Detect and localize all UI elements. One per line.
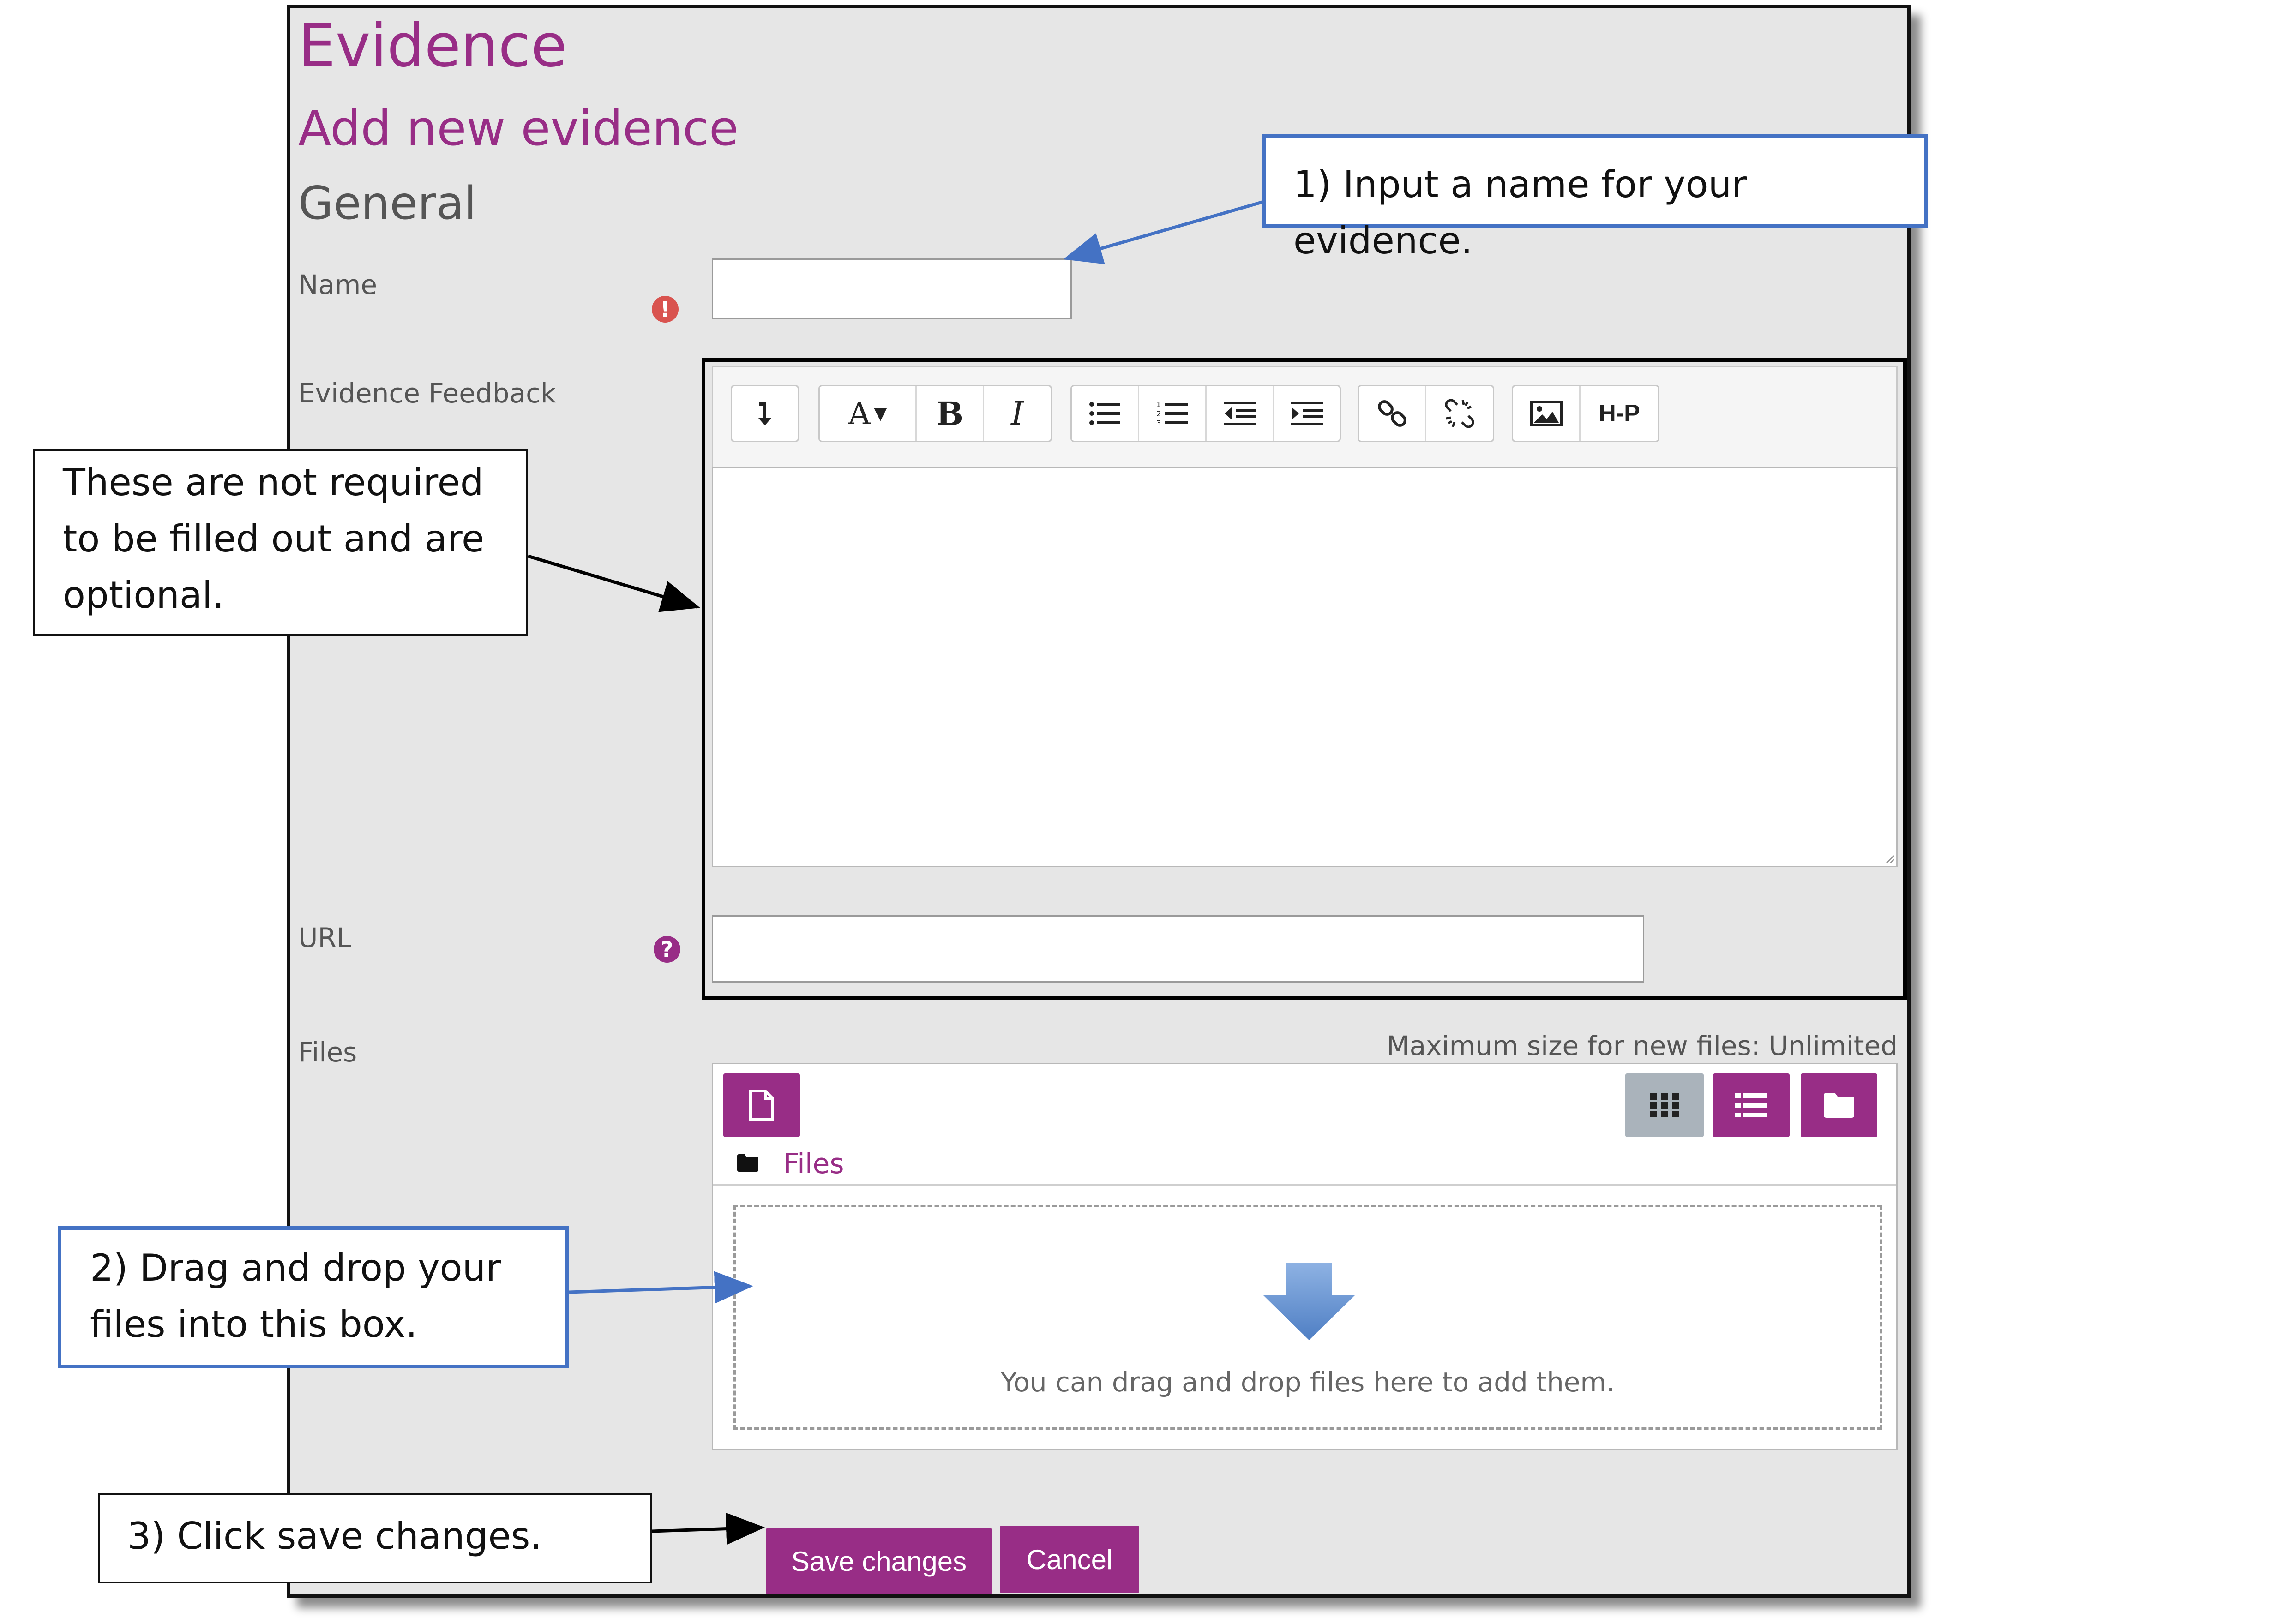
resize-handle-icon[interactable] [1884, 853, 1895, 864]
h5p-icon[interactable]: H-P [1581, 386, 1658, 441]
cancel-button[interactable]: Cancel [1000, 1526, 1139, 1593]
ordered-list-icon[interactable]: 123 [1139, 386, 1207, 441]
add-file-button[interactable] [723, 1073, 800, 1137]
files-path-link[interactable]: Files [783, 1147, 844, 1181]
link-icon[interactable] [1359, 386, 1426, 441]
view-tree-button[interactable] [1801, 1073, 1877, 1137]
question-circle-icon[interactable]: ? [654, 936, 680, 963]
unlink-icon[interactable] [1426, 386, 1493, 441]
toolbar-group-media: H-P [1512, 385, 1659, 442]
italic-icon[interactable]: I [984, 386, 1051, 441]
svg-text:3: 3 [1156, 419, 1161, 427]
unordered-list-icon[interactable] [1072, 386, 1139, 441]
toolbar-group-text: A ▼ B I [818, 385, 1052, 442]
font-style-icon[interactable]: A ▼ [820, 386, 917, 441]
page-title: Evidence [298, 12, 567, 80]
url-input[interactable] [712, 915, 1644, 983]
filepicker-divider [713, 1184, 1896, 1186]
name-input[interactable] [712, 258, 1072, 319]
toolbar-group-collapse [731, 385, 799, 442]
svg-text:1: 1 [1156, 400, 1161, 409]
view-list-button[interactable] [1713, 1073, 1790, 1137]
collapse-icon[interactable] [732, 386, 798, 441]
drop-zone-text: You can drag and drop files here to add … [1000, 1366, 1615, 1398]
folder-icon [737, 1154, 758, 1173]
max-file-size-text: Maximum size for new files: Unlimited [1386, 1030, 1898, 1061]
exclamation-circle-icon: ! [652, 296, 679, 323]
evidence-feedback-editor[interactable] [712, 467, 1898, 867]
toolbar-group-links [1358, 385, 1494, 442]
callout-step2: 2) Drag and drop your files into this bo… [58, 1226, 569, 1368]
files-label: Files [298, 1037, 357, 1068]
callout-step1: 1) Input a name for your evidence. [1262, 134, 1928, 262]
filepicker: Files You can drag and drop files here t… [712, 1063, 1898, 1450]
view-icons-button[interactable] [1625, 1073, 1704, 1137]
outdent-icon[interactable] [1207, 386, 1274, 441]
drop-arrow-icon [1261, 1263, 1358, 1341]
indent-icon[interactable] [1274, 386, 1340, 441]
editor-toolbar: A ▼ B I 123 H-P [712, 366, 1898, 467]
image-icon[interactable] [1513, 386, 1581, 441]
name-label: Name [298, 269, 378, 300]
section-heading-general: General [298, 177, 477, 230]
svg-text:2: 2 [1156, 409, 1161, 418]
bold-icon[interactable]: B [917, 386, 984, 441]
evidence-feedback-label: Evidence Feedback [298, 378, 556, 409]
callout-step3: 3) Click save changes. [98, 1493, 652, 1583]
toolbar-group-lists: 123 [1070, 385, 1341, 442]
save-changes-button[interactable]: Save changes [766, 1528, 992, 1594]
page-subtitle: Add new evidence [298, 100, 739, 156]
callout-optional: These are not required to be filled out … [33, 449, 528, 636]
url-label: URL [298, 922, 352, 953]
file-drop-zone[interactable]: You can drag and drop files here to add … [733, 1205, 1882, 1430]
